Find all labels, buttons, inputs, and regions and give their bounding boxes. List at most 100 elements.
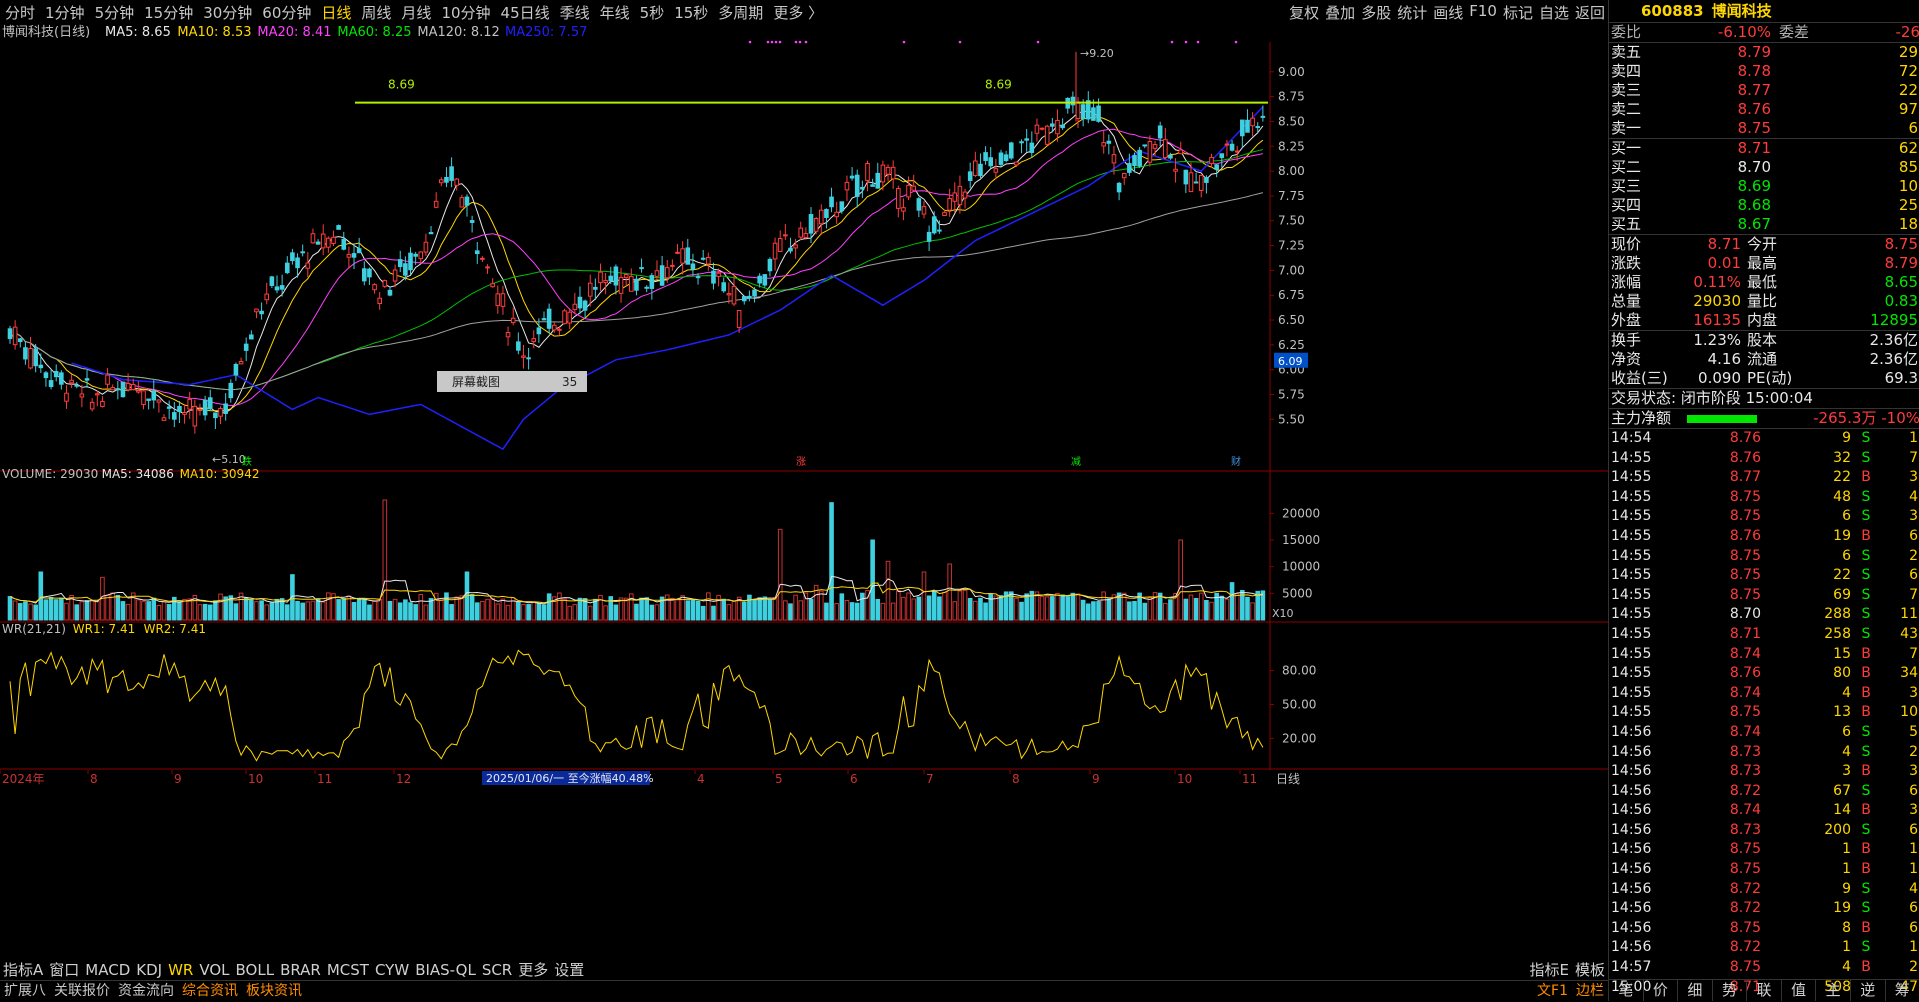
- volume-bar[interactable]: [54, 600, 58, 620]
- period-tab-2[interactable]: 5分钟: [90, 2, 140, 23]
- candle[interactable]: [712, 271, 716, 283]
- indicator-tab-3[interactable]: KDJ: [133, 961, 165, 980]
- candle[interactable]: [1199, 175, 1203, 190]
- candle[interactable]: [383, 281, 387, 287]
- candle[interactable]: [624, 274, 628, 277]
- volume-bar[interactable]: [60, 598, 64, 620]
- period-tab-14[interactable]: 15秒: [669, 2, 713, 23]
- candle[interactable]: [306, 263, 310, 268]
- candle[interactable]: [517, 342, 521, 350]
- candle[interactable]: [378, 298, 382, 303]
- candle[interactable]: [1045, 126, 1049, 144]
- volume-bar[interactable]: [717, 595, 721, 620]
- tick-row[interactable]: 14:558.756S3: [1609, 507, 1919, 527]
- candle[interactable]: [701, 258, 705, 259]
- volume-bar[interactable]: [614, 605, 618, 620]
- candle[interactable]: [131, 385, 135, 390]
- candle[interactable]: [398, 260, 402, 267]
- volume-bar[interactable]: [1199, 593, 1203, 620]
- volume-bar[interactable]: [1056, 593, 1060, 620]
- volume-bar[interactable]: [1235, 594, 1239, 620]
- volume-bar[interactable]: [383, 500, 387, 620]
- candle[interactable]: [501, 294, 505, 307]
- candle[interactable]: [814, 219, 818, 232]
- candle[interactable]: [1246, 120, 1250, 132]
- candle[interactable]: [481, 258, 485, 259]
- period-tab-12[interactable]: 年线: [595, 2, 635, 23]
- indicator-tab-2[interactable]: MACD: [82, 961, 133, 980]
- volume-bar[interactable]: [265, 605, 269, 620]
- bottom-right-0[interactable]: 文F1: [1533, 981, 1572, 1002]
- quote-tab-0[interactable]: 笔: [1609, 980, 1644, 1001]
- volume-bar[interactable]: [999, 596, 1003, 620]
- volume-bar[interactable]: [963, 591, 967, 620]
- volume-bar[interactable]: [95, 601, 99, 620]
- candle[interactable]: [1189, 173, 1193, 192]
- candle[interactable]: [891, 167, 895, 178]
- volume-bar[interactable]: [1179, 540, 1183, 620]
- candle[interactable]: [671, 265, 675, 266]
- candle[interactable]: [1128, 164, 1132, 173]
- volume-bar[interactable]: [1107, 599, 1111, 620]
- candle[interactable]: [691, 264, 695, 269]
- volume-bar[interactable]: [255, 602, 259, 620]
- toolbar-item-1[interactable]: 叠加: [1322, 2, 1358, 23]
- candle[interactable]: [1071, 97, 1075, 105]
- tick-row[interactable]: 14:568.73200S6: [1609, 821, 1919, 841]
- indicator-tab-13[interactable]: 设置: [551, 961, 587, 980]
- candle[interactable]: [414, 254, 418, 256]
- volume-bar[interactable]: [1246, 597, 1250, 620]
- volume-bar[interactable]: [1020, 602, 1024, 620]
- candle[interactable]: [393, 270, 397, 281]
- volume-bar[interactable]: [347, 596, 351, 620]
- volume-bar[interactable]: [897, 591, 901, 620]
- indicator-tab-10[interactable]: BIAS-QL: [412, 961, 479, 980]
- volume-bar[interactable]: [979, 598, 983, 620]
- candle[interactable]: [95, 394, 99, 395]
- candle[interactable]: [24, 348, 28, 359]
- candle[interactable]: [1107, 141, 1111, 143]
- candle[interactable]: [1122, 174, 1126, 178]
- tick-row[interactable]: 14:568.734S2: [1609, 743, 1919, 763]
- candle[interactable]: [280, 286, 284, 290]
- bottom-tab-0[interactable]: 扩展八: [0, 981, 50, 1002]
- candle[interactable]: [1061, 125, 1065, 127]
- volume-bar[interactable]: [588, 606, 592, 620]
- candle[interactable]: [1164, 140, 1168, 158]
- volume-bar[interactable]: [902, 597, 906, 620]
- volume-bar[interactable]: [563, 599, 567, 620]
- candle[interactable]: [650, 276, 654, 289]
- tick-row[interactable]: 14:558.7548S4: [1609, 488, 1919, 508]
- candle[interactable]: [825, 210, 829, 218]
- volume-bar[interactable]: [881, 603, 885, 620]
- volume-bar[interactable]: [861, 593, 865, 620]
- candle[interactable]: [265, 294, 269, 300]
- candle[interactable]: [984, 153, 988, 161]
- volume-bar[interactable]: [1133, 601, 1137, 620]
- event-marker-1[interactable]: 涨: [796, 456, 806, 468]
- candle[interactable]: [239, 362, 243, 364]
- candle[interactable]: [219, 408, 223, 416]
- toolbar-item-8[interactable]: 返回: [1572, 2, 1608, 23]
- volume-bar[interactable]: [1220, 596, 1224, 620]
- volume-bar[interactable]: [1251, 603, 1255, 620]
- volume-bar[interactable]: [809, 599, 813, 620]
- volume-bar[interactable]: [1189, 595, 1193, 620]
- tick-row[interactable]: 14:558.7619B6: [1609, 527, 1919, 547]
- candle[interactable]: [34, 349, 38, 366]
- candle[interactable]: [963, 192, 967, 198]
- period-tab-8[interactable]: 月线: [396, 2, 436, 23]
- candle[interactable]: [224, 404, 228, 413]
- volume-bar[interactable]: [855, 603, 859, 620]
- bid-row-0[interactable]: 买一8.7162: [1609, 139, 1919, 158]
- candle[interactable]: [1184, 170, 1188, 184]
- candle[interactable]: [1158, 126, 1162, 138]
- ask-row-0[interactable]: 卖五8.7929: [1609, 43, 1919, 62]
- candle[interactable]: [106, 375, 110, 384]
- candle[interactable]: [152, 391, 156, 400]
- tick-row[interactable]: 14:578.754B2: [1609, 958, 1919, 978]
- candle[interactable]: [13, 327, 17, 344]
- candle[interactable]: [285, 263, 289, 272]
- candle[interactable]: [244, 344, 248, 350]
- candle[interactable]: [409, 253, 413, 270]
